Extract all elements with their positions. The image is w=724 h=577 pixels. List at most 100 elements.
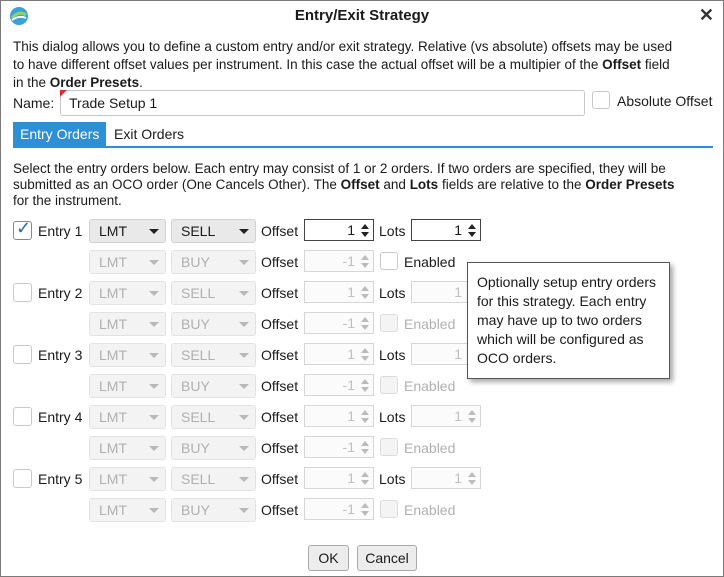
order-side-value: SELL [181,285,216,301]
chevron-down-icon [149,415,159,420]
lots-label: Lots [379,409,406,425]
lots-value: 1 [454,408,462,424]
spinner-down-icon[interactable] [361,232,369,237]
spinner-up-icon[interactable] [361,317,369,322]
order-side-select[interactable]: BUY [171,436,256,460]
chevron-down-icon [239,477,249,482]
chevron-down-icon [149,477,159,482]
entry-checkbox[interactable] [13,283,32,302]
spinner-down-icon[interactable] [361,387,369,392]
chevron-down-icon [149,291,159,296]
order-type-select[interactable]: LMT [89,405,166,429]
offset-spinner[interactable]: 1 [304,343,374,365]
offset-label: Offset [261,223,299,239]
help-tooltip: Optionally setup entry orders for this s… [467,262,670,379]
spinner-down-icon[interactable] [361,263,369,268]
spinner-down-icon[interactable] [361,480,369,485]
spinner-down-icon[interactable] [361,294,369,299]
offset-spinner[interactable]: -1 [304,498,374,520]
offset-spinner[interactable]: -1 [304,436,374,458]
offset-spinner[interactable]: 1 [304,281,374,303]
order-type-select[interactable]: LMT [89,467,166,491]
entry-label: Entry 3 [38,347,83,363]
spinner-up-icon[interactable] [361,472,369,477]
enabled-checkbox[interactable] [380,314,398,332]
order-side-select[interactable]: SELL [171,405,256,429]
lots-value: 1 [454,284,462,300]
spinner-up-icon[interactable] [468,224,476,229]
order-type-select[interactable]: LMT [89,250,166,274]
order-type-select[interactable]: LMT [89,219,166,243]
lots-spinner[interactable]: 1 [411,219,481,241]
order-side-select[interactable]: BUY [171,312,256,336]
order-type-select[interactable]: LMT [89,312,166,336]
lots-label: Lots [379,347,406,363]
offset-label: Offset [261,285,299,301]
order-side-value: BUY [181,378,210,394]
required-marker [60,90,67,97]
order-type-select[interactable]: LMT [89,343,166,367]
offset-spinner[interactable]: 1 [304,467,374,489]
offset-spinner[interactable]: 1 [304,405,374,427]
order-type-select[interactable]: LMT [89,374,166,398]
spinner-down-icon[interactable] [361,418,369,423]
enabled-checkbox[interactable] [380,438,398,456]
spinner-up-icon[interactable] [361,255,369,260]
lots-value: 1 [454,346,462,362]
order-side-select[interactable]: BUY [171,374,256,398]
absolute-offset-checkbox[interactable] [592,91,610,109]
spinner-up-icon[interactable] [361,410,369,415]
spinner-up-icon[interactable] [361,286,369,291]
entry-orders-description: Select the entry orders below. Each entr… [13,161,717,209]
order-side-select[interactable]: SELL [171,219,256,243]
tab-entry-orders[interactable]: Entry Orders [13,122,107,146]
spinner-down-icon[interactable] [468,232,476,237]
spinner-up-icon[interactable] [361,503,369,508]
cancel-button[interactable]: Cancel [357,545,417,571]
offset-label: Offset [261,409,299,425]
spinner-down-icon[interactable] [468,480,476,485]
spinner-down-icon[interactable] [361,449,369,454]
chevron-down-icon [149,508,159,513]
offset-spinner[interactable]: 1 [304,219,374,241]
spinner-down-icon[interactable] [468,418,476,423]
offset-spinner[interactable]: -1 [304,312,374,334]
description-line-2-end: field [641,57,670,72]
enabled-checkbox[interactable] [380,376,398,394]
order-side-select[interactable]: SELL [171,343,256,367]
spinner-up-icon[interactable] [361,441,369,446]
order-type-select[interactable]: LMT [89,436,166,460]
order-type-select[interactable]: LMT [89,498,166,522]
entry-checkbox[interactable] [13,345,32,364]
offset-spinner[interactable]: -1 [304,374,374,396]
close-icon[interactable]: ✕ [699,5,714,26]
order-side-select[interactable]: BUY [171,498,256,522]
entry-label: Entry 2 [38,285,83,301]
entry-checkbox[interactable]: ✓ [13,218,32,240]
spinner-up-icon[interactable] [468,410,476,415]
enabled-checkbox[interactable] [380,500,398,518]
lots-spinner[interactable]: 1 [411,405,481,427]
order-side-select[interactable]: BUY [171,250,256,274]
lots-spinner[interactable]: 1 [411,467,481,489]
offset-spinner[interactable]: -1 [304,250,374,272]
ok-button[interactable]: OK [308,545,349,571]
offset-value: 1 [347,346,355,362]
enabled-checkbox[interactable] [380,252,398,270]
chevron-down-icon [149,446,159,451]
name-input[interactable] [60,90,585,116]
tab-exit-orders[interactable]: Exit Orders [107,122,191,146]
spinner-down-icon[interactable] [361,511,369,516]
spinner-down-icon[interactable] [361,356,369,361]
chevron-down-icon [239,260,249,265]
entry-checkbox[interactable] [13,469,32,488]
order-side-select[interactable]: SELL [171,467,256,491]
spinner-up-icon[interactable] [361,379,369,384]
spinner-up-icon[interactable] [361,348,369,353]
spinner-down-icon[interactable] [361,325,369,330]
spinner-up-icon[interactable] [361,224,369,229]
spinner-up-icon[interactable] [468,472,476,477]
order-side-select[interactable]: SELL [171,281,256,305]
order-type-select[interactable]: LMT [89,281,166,305]
entry-checkbox[interactable] [13,407,32,426]
